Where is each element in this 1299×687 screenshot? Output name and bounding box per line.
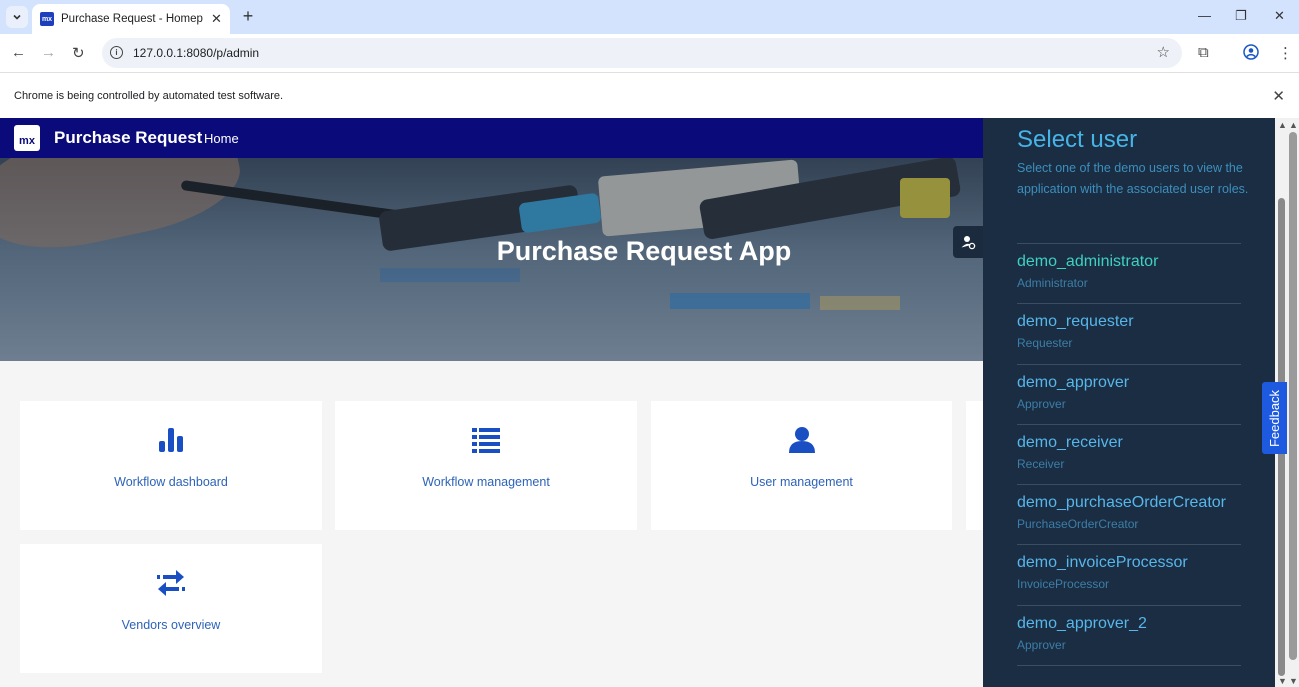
user-name[interactable]: demo_approver [1017,374,1241,392]
site-info-icon[interactable]: i [110,46,123,59]
exchange-arrows-icon [157,568,185,598]
browser-toolbar: ← → ↻ i 127.0.0.1:8080/p/admin ☆ ⧉ ⋮ [0,34,1299,72]
app-title[interactable]: Purchase Request [54,128,202,148]
user-name[interactable]: demo_administrator [1017,253,1241,271]
app-header: mx Purchase Request Home [0,118,983,158]
user-role: Requester [1017,336,1073,351]
window-close-icon[interactable]: ✕ [1274,8,1285,24]
user-item-demo-approver-2[interactable]: demo_approver_2 Approver [1017,606,1241,667]
back-icon[interactable]: ← [11,44,26,61]
favicon-icon: mx [40,12,54,26]
mendix-logo[interactable]: mx [14,125,40,151]
scroll-down-arrow-icon[interactable]: ▼ [1278,676,1287,686]
user-role: PurchaseOrderCreator [1017,517,1139,532]
card-user-management[interactable]: User management [651,401,952,530]
card-workflow-management[interactable]: Workflow management [335,401,637,530]
nav-home-link[interactable]: Home [204,131,239,146]
scroll-up-arrow-icon[interactable]: ▲ [1278,120,1287,130]
card-label: Workflow dashboard [114,475,228,489]
user-role: Receiver [1017,456,1065,471]
forward-icon[interactable]: → [41,44,56,61]
user-list: demo_administrator Administrator demo_re… [1017,243,1241,667]
user-item-demo-administrator[interactable]: demo_administrator Administrator [1017,244,1241,305]
browser-tab[interactable]: mx Purchase Request - Homepage ✕ [32,4,230,34]
infobar-close-icon[interactable]: ✕ [1272,87,1285,105]
user-role: Approver [1017,637,1066,652]
restore-icon[interactable]: ❐ [1235,8,1247,24]
user-item-demo-receiver[interactable]: demo_receiver Receiver [1017,425,1241,486]
user-name[interactable]: demo_invoiceProcessor [1017,554,1241,572]
scroll-down-arrow-icon[interactable]: ▼ [1289,676,1298,686]
card-partial[interactable] [966,401,983,530]
user-name[interactable]: demo_requester [1017,313,1241,331]
minimize-icon[interactable]: — [1198,8,1211,23]
menu-icon[interactable]: ⋮ [1278,44,1293,62]
user-role: Approver [1017,396,1066,411]
url-text[interactable]: 127.0.0.1:8080/p/admin [133,46,259,60]
tab-close-icon[interactable]: ✕ [211,11,222,27]
bar-chart-icon [158,425,184,455]
hero-banner: Purchase Request App [0,158,983,361]
browser-tab-strip: mx Purchase Request - Homepage ✕ + — ❐ ✕ [0,0,1299,34]
panel-title: Select user [1017,126,1138,153]
extensions-icon[interactable]: ⧉ [1198,44,1209,61]
infobar-message: Chrome is being controlled by automated … [14,90,284,102]
card-workflow-dashboard[interactable]: Workflow dashboard [20,401,322,530]
card-label: Vendors overview [121,618,221,632]
profile-icon[interactable] [1243,44,1259,64]
list-icon [472,425,500,455]
user-role: Administrator [1017,276,1088,290]
feedback-label: Feedback [1267,389,1282,447]
user-item-demo-invoice-processor[interactable]: demo_invoiceProcessor InvoiceProcessor [1017,545,1241,606]
automation-infobar: Chrome is being controlled by automated … [0,72,1299,118]
user-item-demo-requester[interactable]: demo_requester Requester [1017,304,1241,365]
user-name[interactable]: demo_receiver [1017,434,1241,452]
feedback-button[interactable]: Feedback [1262,382,1287,454]
page-scrollbar-thumb[interactable] [1289,132,1297,660]
scroll-up-arrow-icon[interactable]: ▲ [1289,120,1298,130]
select-user-panel: Select user Select one of the demo users… [983,118,1275,687]
chevron-down-icon [13,14,21,20]
user-role: InvoiceProcessor [1017,577,1110,592]
reload-icon[interactable]: ↻ [72,44,85,62]
tab-title: Purchase Request - Homepage [61,13,203,25]
card-vendors-overview[interactable]: Vendors overview [20,544,322,673]
user-icon [788,425,816,455]
user-item-demo-approver[interactable]: demo_approver Approver [1017,365,1241,425]
bookmark-star-icon[interactable]: ☆ [1157,43,1170,61]
tab-search-button[interactable] [6,6,28,28]
card-label: Workflow management [422,475,550,489]
hero-title: Purchase Request App [496,236,792,266]
panel-description: Select one of the demo users to view the… [1017,161,1249,196]
user-name[interactable]: demo_approver_2 [1017,615,1241,633]
user-item-demo-purchase-order-creator[interactable]: demo_purchaseOrderCreator PurchaseOrderC… [1017,485,1241,546]
user-name[interactable]: demo_purchaseOrderCreator [1017,494,1241,512]
user-switch-icon [961,236,976,250]
user-switcher-toggle[interactable] [953,226,983,258]
card-label: User management [750,475,853,489]
new-tab-button[interactable]: + [238,6,258,26]
address-bar[interactable]: i 127.0.0.1:8080/p/admin ☆ [102,38,1182,68]
